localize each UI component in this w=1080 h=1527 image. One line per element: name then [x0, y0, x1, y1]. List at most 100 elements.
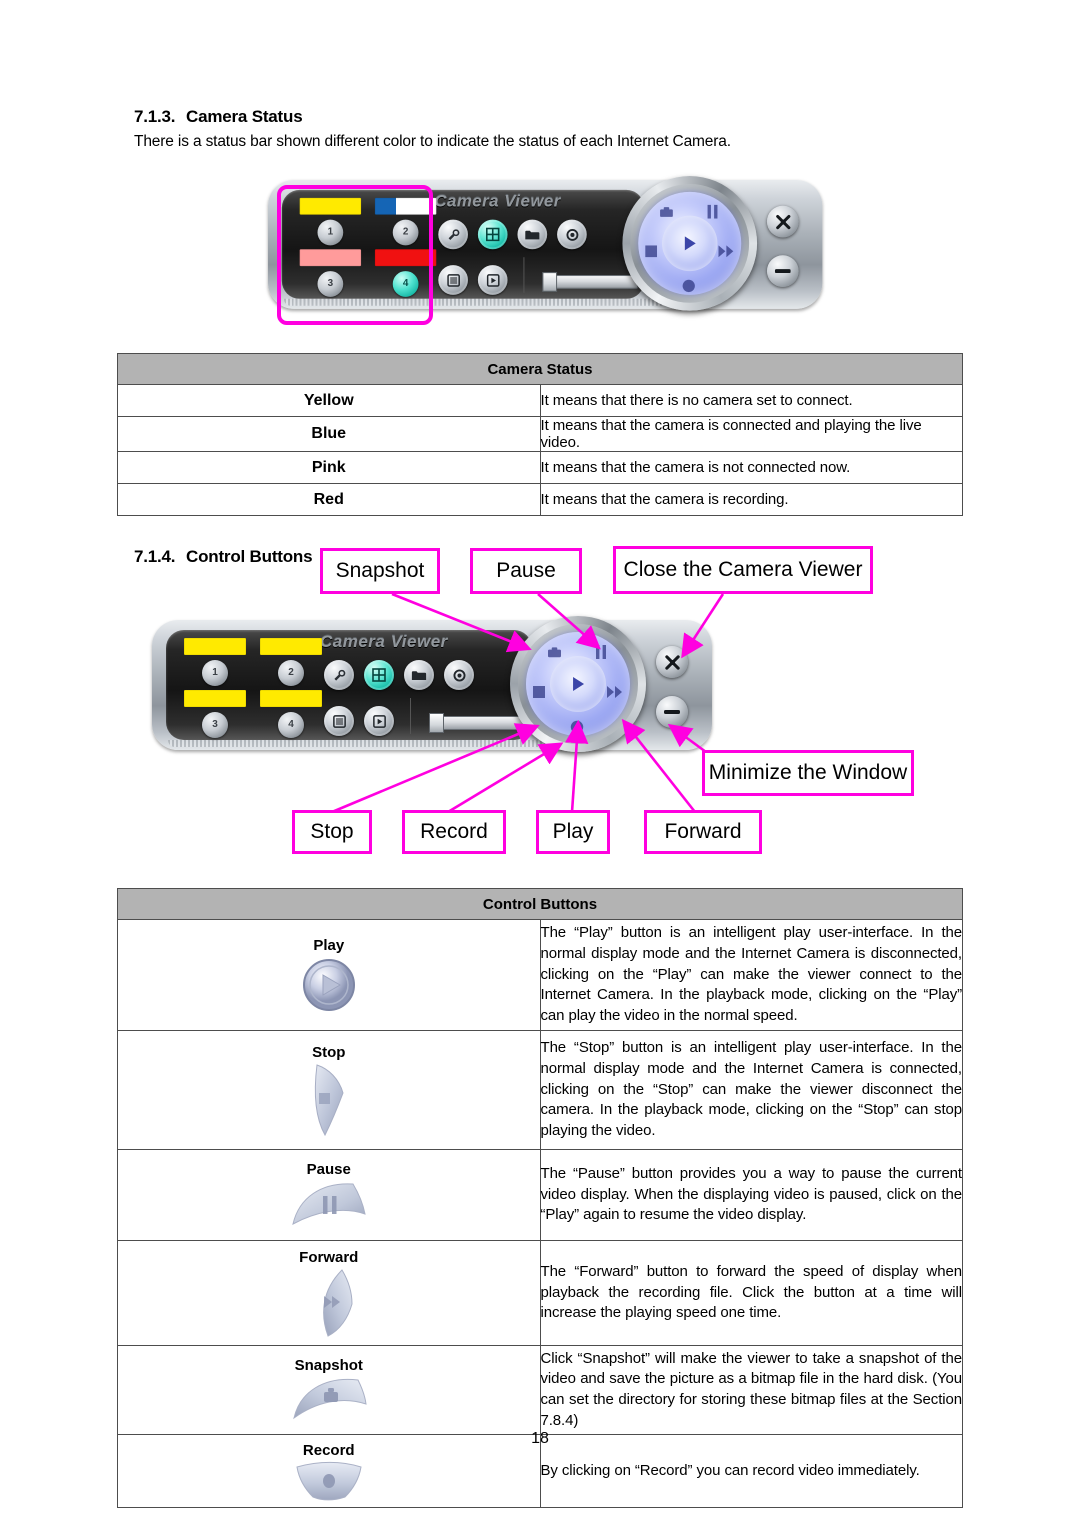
camera-status-table-title: Camera Status: [117, 353, 963, 385]
minimize-button[interactable]: [656, 696, 688, 728]
control-label-stop: Stop: [312, 1043, 346, 1061]
table-row: Stop The “Stop” button is an intelligent…: [117, 1030, 963, 1150]
control-icon-cell-pause: Pause: [117, 1149, 541, 1241]
snapshot-camera-icon[interactable]: [548, 647, 561, 658]
control-icon-cell-stop: Stop: [117, 1030, 541, 1150]
play-triangle-icon: [573, 676, 585, 692]
callout-record: Record: [402, 810, 506, 854]
camera-status-table: Camera Status Yellow It means that there…: [117, 353, 963, 516]
pause-bars-icon[interactable]: [595, 645, 607, 659]
device-brand-label: Camera Viewer: [320, 632, 448, 651]
forward-double-arrow-icon[interactable]: [607, 686, 623, 698]
page-number: 18: [531, 1430, 549, 1447]
quad-view-grid-icon[interactable]: [364, 660, 394, 690]
control-buttons-table-title: Control Buttons: [117, 888, 963, 920]
arrow-record: [447, 742, 564, 814]
status-bar-camera-1: [184, 638, 246, 655]
forward-double-arrow-icon[interactable]: [718, 245, 734, 258]
heading-control-buttons-number: 7.1.4.: [134, 547, 176, 566]
play-round-icon: [302, 958, 355, 1011]
record-schedule-icon[interactable]: [324, 706, 354, 736]
stop-square-icon[interactable]: [645, 245, 658, 258]
control-icon-cell-forward: Forward: [117, 1240, 541, 1346]
volume-slider-track[interactable]: [545, 275, 639, 289]
settings-wrench-icon[interactable]: [324, 660, 354, 690]
minimize-icon: [664, 710, 680, 714]
camera-button-1[interactable]: 1: [202, 660, 228, 686]
camera-button-2[interactable]: 2: [278, 660, 304, 686]
table-row: Forward The “Forward” button to forward …: [117, 1240, 963, 1346]
status-desc-yellow: It means that there is no camera set to …: [539, 384, 963, 417]
table-row: Play The “Play” button is an intelligent…: [117, 919, 963, 1031]
table-header-row: Control Buttons: [117, 888, 963, 920]
play-triangle-icon: [684, 236, 696, 251]
callout-close: Close the Camera Viewer: [613, 546, 873, 594]
settings-wrench-icon[interactable]: [438, 219, 468, 250]
status-label-red: Red: [117, 483, 541, 516]
table-row: Blue It means that the camera is connect…: [117, 416, 963, 452]
close-button[interactable]: [656, 646, 688, 678]
callout-forward: Forward: [644, 810, 762, 854]
callout-stop: Stop: [292, 810, 372, 854]
snapshot-wedge-icon: [292, 1378, 367, 1419]
folder-open-icon[interactable]: [517, 219, 548, 250]
callout-pause: Pause: [470, 548, 582, 594]
table-row: Red It means that the camera is recordin…: [117, 483, 963, 516]
minimize-button[interactable]: [766, 255, 799, 287]
close-icon: [775, 214, 790, 229]
rotate-refresh-icon[interactable]: [444, 660, 474, 690]
record-dot-icon[interactable]: [682, 279, 696, 293]
table-row: Yellow It means that there is no camera …: [117, 384, 963, 417]
status-bar-camera-4: [260, 690, 322, 707]
volume-slider-knob[interactable]: [429, 713, 444, 733]
pause-bars-icon[interactable]: [707, 204, 719, 219]
record-schedule-icon[interactable]: [438, 265, 468, 295]
callout-play: Play: [536, 810, 610, 854]
status-desc-red: It means that the camera is recording.: [539, 483, 963, 516]
camera-status-intro: There is a status bar shown different co…: [134, 133, 731, 150]
status-bar-camera-2: [260, 638, 322, 655]
status-bars-highlight: [277, 185, 433, 325]
callout-minimize: Minimize the Window: [702, 750, 914, 796]
close-icon: [664, 654, 680, 670]
control-label-snapshot: Snapshot: [294, 1356, 363, 1374]
stop-square-icon[interactable]: [533, 686, 545, 698]
heading-control-buttons-title: Control Buttons: [186, 547, 313, 566]
table-header-row: Camera Status: [117, 353, 963, 385]
device-brand-label: Camera Viewer: [434, 191, 561, 211]
close-button[interactable]: [766, 205, 799, 238]
table-row: Pause The “Pause” button provides you a …: [117, 1149, 963, 1241]
status-bar-camera-3: [184, 690, 246, 707]
playback-file-icon[interactable]: [477, 265, 508, 295]
camera-button-3[interactable]: 3: [202, 712, 228, 738]
control-desc-play: The “Play” button is an intelligent play…: [539, 919, 963, 1031]
table-row: Pink It means that the camera is not con…: [117, 451, 963, 484]
heading-camera-status-title: Camera Status: [186, 107, 303, 126]
control-icon-cell-snapshot: Snapshot: [117, 1345, 541, 1435]
callout-snapshot: Snapshot: [320, 548, 440, 594]
forward-wedge-icon: [322, 1268, 353, 1337]
device-grip-texture: [168, 740, 568, 747]
play-button-center[interactable]: [662, 215, 718, 272]
quad-view-grid-icon[interactable]: [477, 219, 508, 250]
heading-camera-status-number: 7.1.3.: [134, 107, 176, 126]
minimize-icon: [774, 269, 791, 274]
stop-wedge-icon: [314, 1063, 344, 1136]
playback-file-icon[interactable]: [364, 706, 394, 736]
volume-slider-knob[interactable]: [542, 272, 558, 292]
table-row: Snapshot Click “Snapshot” will make the …: [117, 1345, 963, 1435]
record-dot-icon[interactable]: [570, 720, 584, 734]
status-label-pink: Pink: [117, 451, 541, 484]
status-label-blue: Blue: [117, 416, 541, 452]
status-desc-pink: It means that the camera is not connecte…: [539, 451, 963, 484]
control-desc-pause: The “Pause” button provides you a way to…: [539, 1149, 963, 1241]
panel-divider: [523, 257, 525, 293]
play-button-center[interactable]: [550, 656, 606, 712]
snapshot-camera-icon[interactable]: [660, 207, 673, 218]
record-wedge-icon: [296, 1461, 362, 1500]
rotate-refresh-icon[interactable]: [557, 219, 587, 250]
folder-open-icon[interactable]: [404, 660, 434, 690]
volume-slider-track[interactable]: [432, 716, 526, 730]
control-buttons-table: Control Buttons Play The “Play” button i…: [117, 888, 963, 1508]
camera-button-4[interactable]: 4: [278, 712, 304, 738]
